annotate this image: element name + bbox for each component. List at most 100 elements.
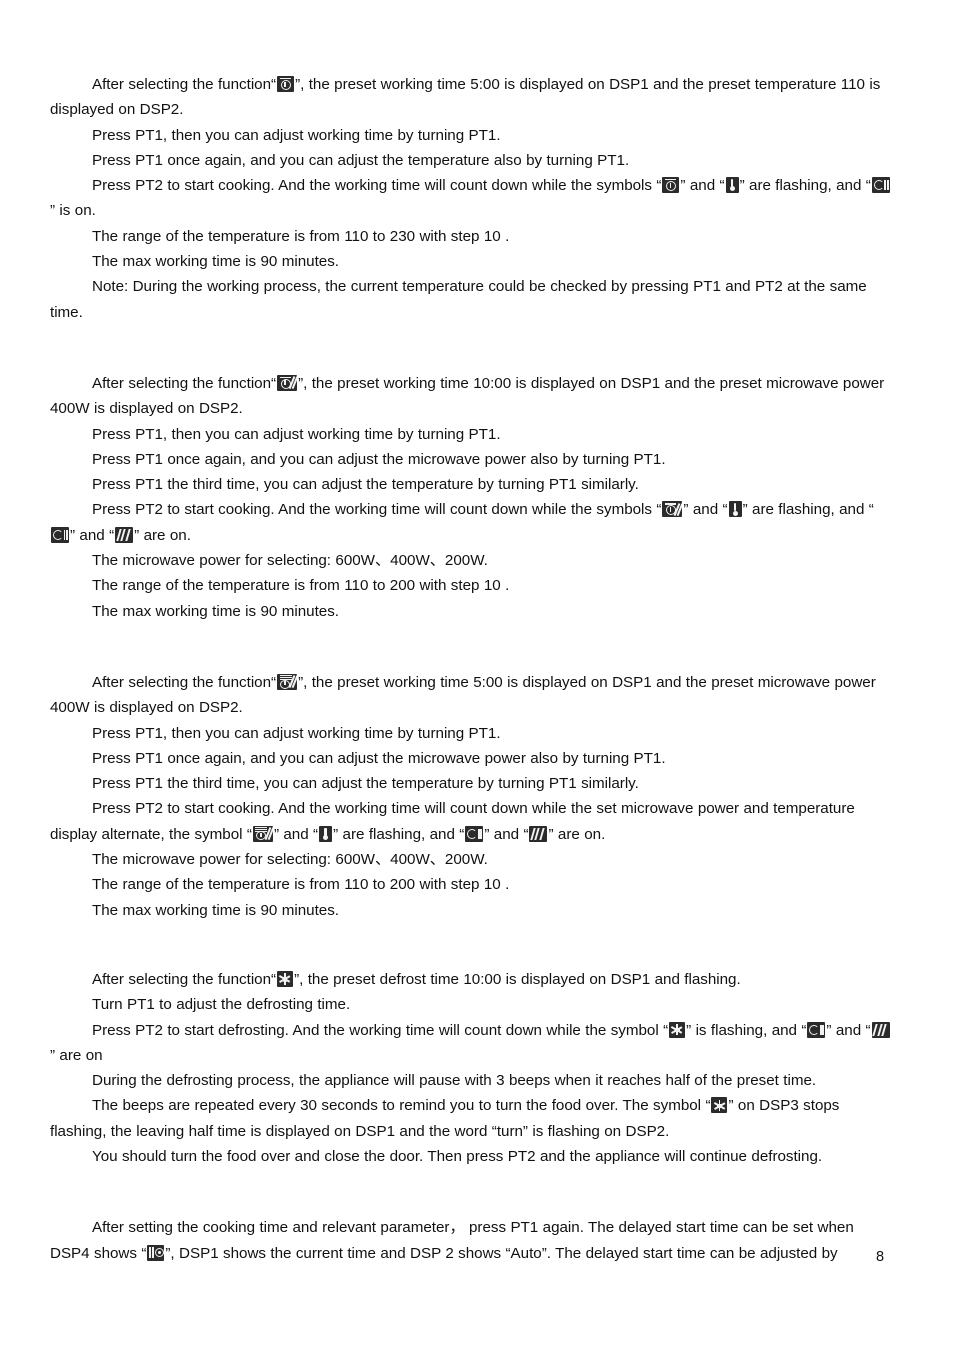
text-run: After selecting the function“ bbox=[92, 374, 277, 392]
defrost-snowflake-icon bbox=[669, 1021, 686, 1038]
paragraph: The range of the temperature is from 110… bbox=[50, 224, 892, 249]
text-run: Press PT1, then you can adjust working t… bbox=[92, 126, 501, 144]
text-run: Turn PT1 to adjust the defrosting time. bbox=[92, 996, 351, 1014]
text-run: ” is on. bbox=[50, 202, 96, 220]
text-run: The max working time is 90 minutes. bbox=[92, 253, 339, 271]
page-content: After selecting the function“ ”, the pres… bbox=[50, 72, 892, 1266]
grill-microwave-icon bbox=[662, 501, 683, 518]
text-run: Press PT2 to start defrosting. And the w… bbox=[92, 1021, 669, 1039]
microwave-waves-icon bbox=[871, 1021, 890, 1038]
section-convection-microwave-combi: After selecting the function“”, the pres… bbox=[50, 670, 892, 923]
convection-microwave-icon bbox=[277, 673, 298, 690]
paragraph: Press PT2 to start defrosting. And the w… bbox=[50, 1018, 892, 1069]
paragraph: The microwave power for selecting: 600W、… bbox=[50, 847, 892, 872]
text-run: ” are on bbox=[50, 1046, 103, 1064]
paragraph: Press PT1 the third time, you can adjust… bbox=[50, 472, 892, 497]
text-run: The beeps are repeated every 30 seconds … bbox=[92, 1097, 711, 1115]
grill-icon bbox=[662, 177, 680, 194]
defrost-snowflake-icon bbox=[711, 1097, 728, 1114]
text-run: After selecting the function“ bbox=[92, 970, 277, 988]
section-grill-microwave-combi: After selecting the function“”, the pres… bbox=[50, 371, 892, 624]
text-run: The max working time is 90 minutes. bbox=[92, 901, 339, 919]
paragraph: Press PT1 once again, and you can adjust… bbox=[50, 746, 892, 771]
paragraph: Turn PT1 to adjust the defrosting time. bbox=[50, 992, 892, 1017]
section-grill-function: After selecting the function“”, the pres… bbox=[50, 72, 892, 325]
text-run: ” are on. bbox=[548, 825, 606, 843]
text-run: After selecting the function“ bbox=[92, 673, 277, 691]
text-run: The microwave power for selecting: 600W、… bbox=[92, 552, 488, 570]
text-run: Press PT2 to start cooking. And the work… bbox=[92, 177, 662, 195]
thermometer-icon bbox=[319, 825, 333, 842]
text-run: ” are flashing, and “ bbox=[333, 825, 465, 843]
document-page: After selecting the function“ ”, the pres… bbox=[0, 0, 954, 1350]
text-run: The range of the temperature is from 110… bbox=[92, 577, 510, 595]
page-number: 8 bbox=[876, 1249, 885, 1265]
text-run: Press PT1, then you can adjust working t… bbox=[92, 724, 501, 742]
section-delayed-start: After setting the cooking time and relev… bbox=[50, 1215, 892, 1266]
paragraph: After setting the cooking time and relev… bbox=[50, 1215, 892, 1266]
paragraph: The max working time is 90 minutes. bbox=[50, 249, 892, 274]
paragraph: The max working time is 90 minutes. bbox=[50, 898, 892, 923]
paragraph: After selecting the function“”, the pres… bbox=[50, 670, 892, 721]
text-run: Press PT1 once again, and you can adjust… bbox=[92, 749, 666, 767]
text-run: ” and “ bbox=[826, 1021, 871, 1039]
text-run: ” and “ bbox=[680, 177, 725, 195]
fan-icon bbox=[807, 1021, 826, 1038]
fan-icon bbox=[51, 526, 69, 543]
paragraph: Note: During the working process, the cu… bbox=[50, 274, 892, 325]
defrost-snowflake-icon bbox=[277, 970, 294, 987]
microwave-waves-icon bbox=[529, 825, 548, 842]
paragraph: Press PT1 once again, and you can adjust… bbox=[50, 148, 892, 173]
text-run: Press PT1 once again, and you can adjust… bbox=[92, 151, 630, 169]
paragraph: After selecting the function“”, the pres… bbox=[50, 371, 892, 422]
grill-microwave-icon bbox=[277, 374, 298, 391]
text-run: ”, DSP1 shows the current time and DSP 2… bbox=[165, 1244, 838, 1262]
text-run: Note: During the working process, the cu… bbox=[50, 278, 867, 321]
paragraph: The microwave power for selecting: 600W、… bbox=[50, 548, 892, 573]
text-run: During the defrosting process, the appli… bbox=[92, 1072, 817, 1090]
paragraph: After selecting the function“”, the pres… bbox=[50, 72, 892, 123]
text-run: ” and “ bbox=[484, 825, 529, 843]
microwave-waves-icon bbox=[115, 526, 134, 543]
fan-icon bbox=[465, 825, 484, 842]
paragraph: Press PT2 to start cooking. And the work… bbox=[50, 173, 892, 224]
paragraph: The range of the temperature is from 110… bbox=[50, 872, 892, 897]
text-run: ” and “ bbox=[273, 825, 319, 843]
text-run: Press PT2 to start cooking. And the work… bbox=[92, 501, 662, 519]
paragraph: Press PT1, then you can adjust working t… bbox=[50, 721, 892, 746]
grill-icon bbox=[277, 76, 295, 92]
clock-icon bbox=[147, 1244, 165, 1261]
text-run: After selecting the function bbox=[92, 76, 272, 93]
paragraph: After selecting the function“ ”, the pres… bbox=[50, 967, 892, 992]
paragraph: You should turn the food over and close … bbox=[50, 1144, 892, 1169]
thermometer-icon bbox=[725, 177, 739, 194]
text-run: ”, the preset defrost time 10:00 is disp… bbox=[294, 970, 741, 988]
text-run: You should turn the food over and close … bbox=[92, 1147, 823, 1165]
text-run: The range of the temperature is from 110… bbox=[92, 876, 510, 894]
paragraph: During the defrosting process, the appli… bbox=[50, 1068, 892, 1093]
text-run: Press PT1 the third time, you can adjust… bbox=[92, 775, 639, 793]
text-run: The max working time is 90 minutes. bbox=[92, 602, 339, 620]
text-run: ” is flashing, and “ bbox=[686, 1021, 807, 1039]
text-run: ” are on. bbox=[134, 526, 191, 544]
paragraph: Press PT2 to start cooking. And the work… bbox=[50, 497, 892, 548]
paragraph: Press PT1 the third time, you can adjust… bbox=[50, 771, 892, 796]
paragraph: The range of the temperature is from 110… bbox=[50, 573, 892, 598]
text-run: ” are flashing, and “ bbox=[742, 501, 874, 519]
paragraph: Press PT1 once again, and you can adjust… bbox=[50, 447, 892, 472]
paragraph: Press PT1, then you can adjust working t… bbox=[50, 123, 892, 148]
paragraph: The beeps are repeated every 30 seconds … bbox=[50, 1093, 892, 1144]
text-run: The range of the temperature is from 110… bbox=[92, 227, 510, 245]
thermometer-icon bbox=[728, 501, 742, 518]
text-run: Press PT1 the third time, you can adjust… bbox=[92, 476, 639, 494]
text-run: Press PT1 once again, and you can adjust… bbox=[92, 450, 666, 468]
paragraph: Press PT1, then you can adjust working t… bbox=[50, 422, 892, 447]
paragraph: The max working time is 90 minutes. bbox=[50, 599, 892, 624]
text-run: The microwave power for selecting: 600W、… bbox=[92, 851, 488, 869]
text-run: Press PT1, then you can adjust working t… bbox=[92, 425, 501, 443]
text-run: “ bbox=[271, 76, 277, 93]
